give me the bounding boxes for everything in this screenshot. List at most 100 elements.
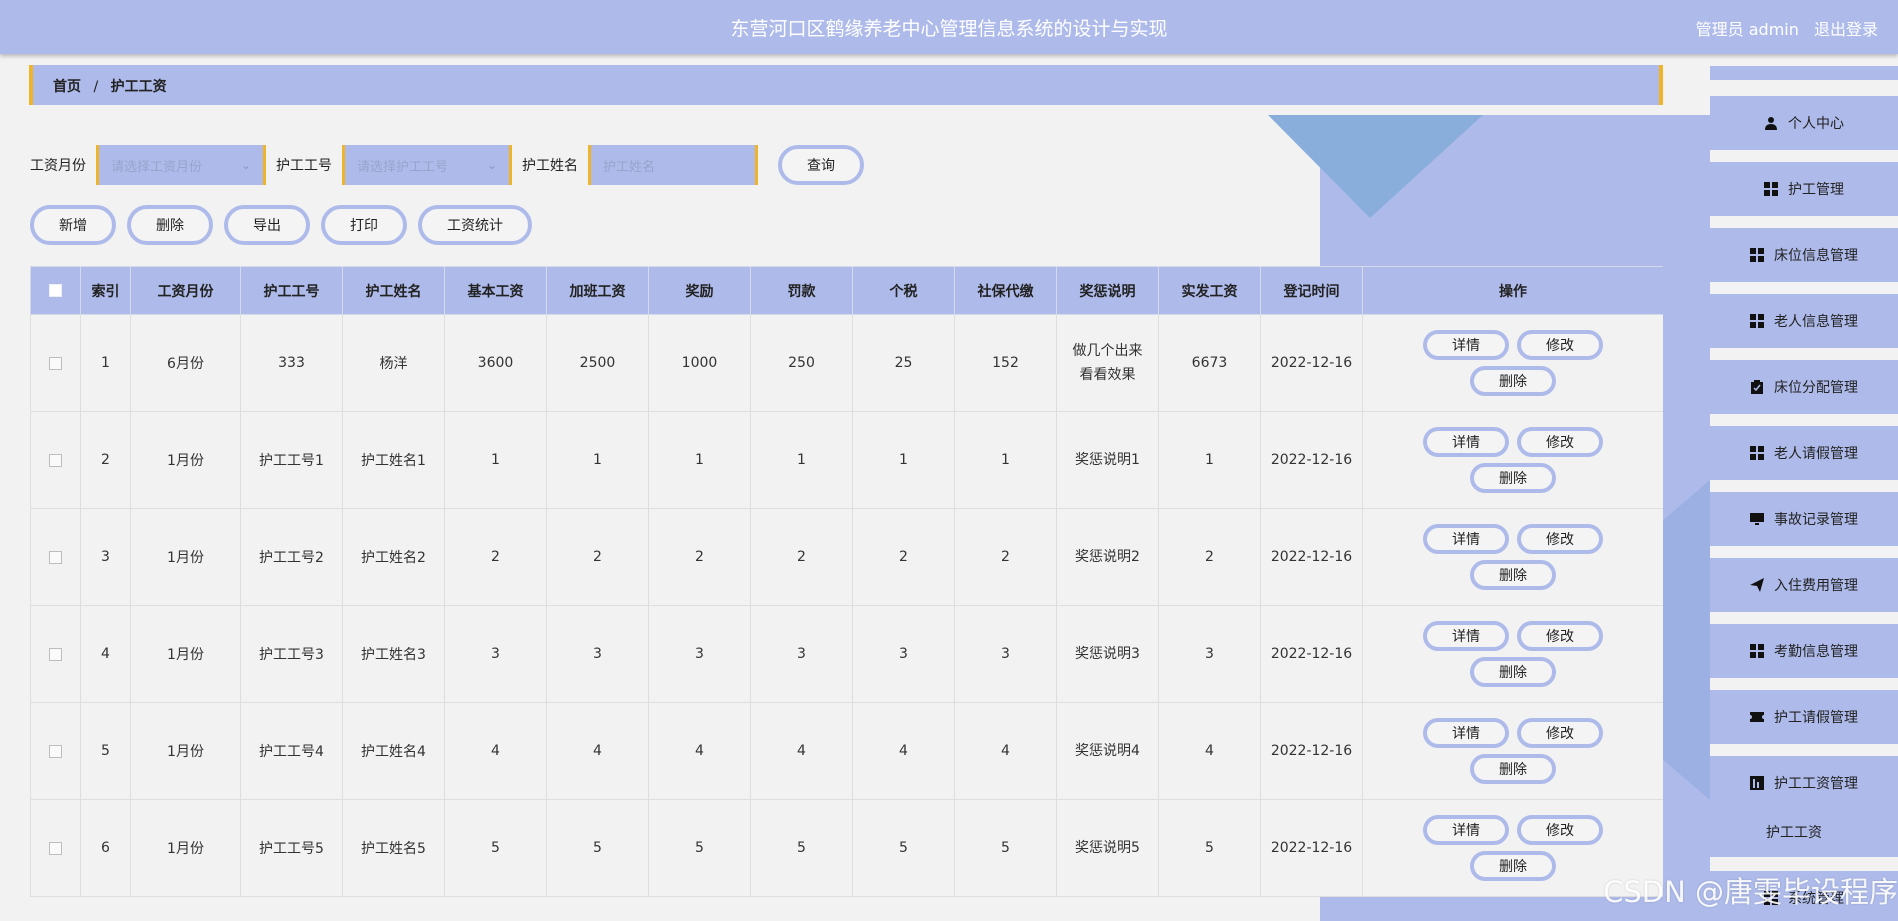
table-cell: 2022-12-16 xyxy=(1260,411,1363,509)
edit-button[interactable]: 修改 xyxy=(1517,427,1603,457)
row-actions-cell: 详情 修改删除 xyxy=(1362,314,1663,412)
row-checkbox-cell[interactable] xyxy=(30,411,81,509)
sidebar-item-label: 护工管理 xyxy=(1788,182,1844,198)
add-button[interactable]: 新增 xyxy=(30,205,116,245)
table-cell: 3600 xyxy=(444,314,547,412)
table-cell: 6673 xyxy=(1158,314,1261,412)
row-checkbox[interactable] xyxy=(49,744,62,758)
table-cell: 3 xyxy=(444,605,547,703)
row-actions-cell: 详情 修改删除 xyxy=(1362,411,1663,509)
select-all-checkbox[interactable] xyxy=(49,284,62,297)
row-checkbox[interactable] xyxy=(49,453,62,467)
row-checkbox[interactable] xyxy=(49,356,62,370)
row-checkbox[interactable] xyxy=(49,550,62,564)
row-checkbox-cell[interactable] xyxy=(30,702,81,800)
table-cell: 2 xyxy=(954,508,1057,606)
grid-icon xyxy=(1750,644,1764,658)
user-label: 管理员 admin xyxy=(1695,20,1799,39)
row-actions: 详情 修改删除 xyxy=(1418,715,1608,787)
sidebar-item[interactable]: 老人信息管理 xyxy=(1710,294,1898,348)
sidebar-item[interactable]: 事故记录管理 xyxy=(1710,492,1898,546)
select-all-checkbox-cell[interactable] xyxy=(30,266,81,315)
row-delete-button[interactable]: 删除 xyxy=(1470,560,1556,590)
sidebar-item[interactable]: 护工管理 xyxy=(1710,162,1898,216)
row-delete-button[interactable]: 删除 xyxy=(1470,754,1556,784)
nurse-id-select[interactable]: 请选择护工工号 ⌄ xyxy=(342,145,512,185)
detail-button[interactable]: 详情 xyxy=(1423,524,1509,554)
table-cell: 152 xyxy=(954,314,1057,412)
detail-button[interactable]: 详情 xyxy=(1423,718,1509,748)
grid-icon xyxy=(1750,248,1764,262)
sidebar-item[interactable]: 护工工资管理 xyxy=(1710,756,1898,810)
sidebar-item[interactable]: 入住费用管理 xyxy=(1710,558,1898,612)
row-checkbox-cell[interactable] xyxy=(30,799,81,897)
sidebar-item[interactable]: 护工请假管理 xyxy=(1710,690,1898,744)
row-actions: 详情 修改删除 xyxy=(1418,424,1608,496)
sidebar-item[interactable]: 老人请假管理 xyxy=(1710,426,1898,480)
row-actions: 详情 修改删除 xyxy=(1418,327,1608,399)
row-delete-button[interactable]: 删除 xyxy=(1470,463,1556,493)
sidebar-item[interactable]: 考勤信息管理 xyxy=(1710,624,1898,678)
action-toolbar: 新增 删除 导出 打印 工资统计 xyxy=(30,205,543,245)
sidebar-item[interactable]: 个人中心 xyxy=(1710,96,1898,150)
row-delete-button[interactable]: 删除 xyxy=(1470,366,1556,396)
table-cell: 1 xyxy=(444,411,547,509)
row-actions-cell: 详情 修改删除 xyxy=(1362,605,1663,703)
sidebar-item[interactable]: 床位信息管理 xyxy=(1710,228,1898,282)
edit-button[interactable]: 修改 xyxy=(1517,524,1603,554)
col-header: 工资月份 xyxy=(130,266,241,315)
sidebar-item-label: 事故记录管理 xyxy=(1774,512,1858,528)
table-cell: 3 xyxy=(1158,605,1261,703)
table-cell: 5 xyxy=(1158,799,1261,897)
sidebar-subitem-active[interactable]: 护工工资 xyxy=(1710,807,1898,857)
grid-icon xyxy=(1750,446,1764,460)
table-cell: 护工姓名1 xyxy=(342,411,445,509)
row-delete-button[interactable]: 删除 xyxy=(1470,657,1556,687)
grid-icon xyxy=(1750,314,1764,328)
row-checkbox-cell[interactable] xyxy=(30,605,81,703)
row-checkbox[interactable] xyxy=(49,841,62,855)
delete-button[interactable]: 删除 xyxy=(127,205,213,245)
print-button[interactable]: 打印 xyxy=(321,205,407,245)
breadcrumb: 首页 / 护工工资 xyxy=(29,65,1663,105)
table-cell: 2500 xyxy=(546,314,649,412)
edit-button[interactable]: 修改 xyxy=(1517,330,1603,360)
row-checkbox-cell[interactable] xyxy=(30,508,81,606)
table-cell: 护工工号1 xyxy=(240,411,343,509)
table-header-row: 索引 工资月份 护工工号 护工姓名 基本工资 加班工资 奖励 罚款 个税 社保代… xyxy=(30,266,1663,315)
breadcrumb-separator: / xyxy=(93,79,99,95)
detail-button[interactable]: 详情 xyxy=(1423,427,1509,457)
table-cell: 4 xyxy=(444,702,547,800)
sidebar-item[interactable]: 床位分配管理 xyxy=(1710,360,1898,414)
table-cell: 250 xyxy=(750,314,853,412)
table-cell: 5 xyxy=(852,799,955,897)
sidebar-item-label: 入住费用管理 xyxy=(1774,578,1858,594)
table-cell: 333 xyxy=(240,314,343,412)
breadcrumb-home[interactable]: 首页 xyxy=(53,79,81,95)
detail-button[interactable]: 详情 xyxy=(1423,330,1509,360)
table-cell: 1 xyxy=(1158,411,1261,509)
edit-button[interactable]: 修改 xyxy=(1517,718,1603,748)
month-select[interactable]: 请选择工资月份 ⌄ xyxy=(96,145,266,185)
table-cell: 2022-12-16 xyxy=(1260,799,1363,897)
sidebar-item-label: 护工工资管理 xyxy=(1774,776,1858,792)
export-button[interactable]: 导出 xyxy=(224,205,310,245)
row-actions: 详情 修改删除 xyxy=(1418,618,1608,690)
logout-link[interactable]: 退出登录 xyxy=(1814,20,1878,39)
detail-button[interactable]: 详情 xyxy=(1423,621,1509,651)
row-checkbox[interactable] xyxy=(49,647,62,661)
detail-button[interactable]: 详情 xyxy=(1423,815,1509,845)
edit-button[interactable]: 修改 xyxy=(1517,621,1603,651)
col-header: 操作 xyxy=(1362,266,1663,315)
edit-button[interactable]: 修改 xyxy=(1517,815,1603,845)
table-cell: 5 xyxy=(954,799,1057,897)
table-cell: 3 xyxy=(954,605,1057,703)
table-cell: 奖惩说明4 xyxy=(1056,702,1159,800)
query-button[interactable]: 查询 xyxy=(778,145,864,185)
row-delete-button[interactable]: 删除 xyxy=(1470,851,1556,881)
salary-stats-button[interactable]: 工资统计 xyxy=(418,205,532,245)
nurse-name-input[interactable]: 护工姓名 xyxy=(588,145,758,185)
col-header: 个税 xyxy=(852,266,955,315)
row-checkbox-cell[interactable] xyxy=(30,314,81,412)
salary-table-container: 索引 工资月份 护工工号 护工姓名 基本工资 加班工资 奖励 罚款 个税 社保代… xyxy=(30,266,1663,921)
